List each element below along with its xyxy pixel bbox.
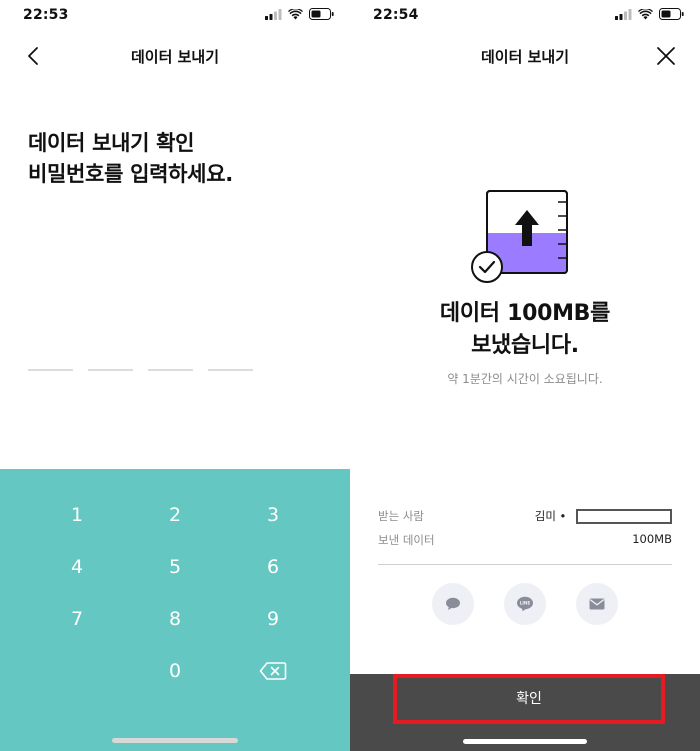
headline-line-1: 데이터 보내기 확인 [28, 131, 195, 155]
status-icons [615, 8, 684, 20]
page-title: 데이터 보내기 [480, 48, 570, 66]
share-message-button[interactable] [432, 583, 474, 625]
redacted-phone-number [576, 509, 672, 524]
data-upload-illustration [471, 190, 568, 283]
share-line-button[interactable]: LINE [504, 583, 546, 625]
pin-slot [28, 369, 73, 371]
recipient-name: 김미 • [534, 509, 567, 523]
home-indicator [463, 739, 587, 744]
svg-text:LINE: LINE [520, 601, 531, 606]
recipient-value: 김미 • [535, 508, 672, 524]
key-1[interactable]: 1 [47, 497, 107, 533]
recipient-row: 받는 사람 김미 • [378, 508, 672, 526]
recipient-label: 받는 사람 [378, 509, 424, 523]
sent-message-line-1: 데이터 100MB를 [439, 301, 611, 326]
status-icons [265, 8, 334, 20]
key-2[interactable]: 2 [145, 497, 205, 533]
confirm-button[interactable]: 확인 [393, 674, 665, 724]
data-sent-screen: 22:54 데이터 보내기 데이터 100MB를 보냈습니다. 약 1분간의 시… [350, 0, 700, 751]
key-5[interactable]: 5 [145, 549, 205, 585]
sent-data-value: 100MB [632, 532, 672, 546]
key-3[interactable]: 3 [243, 497, 303, 533]
battery-icon [309, 8, 334, 20]
backspace-icon [259, 662, 287, 680]
sent-data-label: 보낸 데이터 [378, 533, 435, 547]
key-8[interactable]: 8 [145, 601, 205, 637]
key-0[interactable]: 0 [145, 653, 205, 689]
home-indicator [112, 738, 238, 743]
wifi-icon [638, 8, 653, 19]
status-bar: 22:54 [350, 0, 700, 32]
key-4[interactable]: 4 [47, 549, 107, 585]
share-email-button[interactable] [576, 583, 618, 625]
sent-data-row: 보낸 데이터 100MB [378, 532, 672, 550]
cellular-signal-icon [615, 8, 632, 20]
pin-input-slots[interactable] [28, 369, 253, 371]
key-6[interactable]: 6 [243, 549, 303, 585]
pin-slot [148, 369, 193, 371]
line-messenger-icon: LINE [517, 596, 533, 612]
divider [378, 564, 672, 565]
numeric-keypad: 1 2 3 4 5 6 7 8 9 0 [0, 469, 350, 751]
top-navigation: 데이터 보내기 [350, 36, 700, 78]
password-prompt-headline: 데이터 보내기 확인 비밀번호를 입력하세요. [28, 128, 233, 190]
status-time: 22:53 [23, 7, 69, 23]
battery-icon [659, 8, 684, 20]
password-entry-screen: 22:53 데이터 보내기 데이터 보내기 확인 비밀번호를 입력하세요. 1 … [0, 0, 350, 751]
envelope-icon [589, 598, 605, 610]
data-sent-message: 데이터 100MB를 보냈습니다. [350, 298, 700, 362]
close-icon[interactable] [654, 44, 678, 68]
speech-bubble-icon [446, 597, 460, 610]
headline-line-2: 비밀번호를 입력하세요. [28, 162, 233, 186]
key-9[interactable]: 9 [243, 601, 303, 637]
sent-message-line-2: 보냈습니다. [471, 333, 579, 358]
duration-notice: 약 1분간의 시간이 소요됩니다. [447, 372, 603, 386]
wifi-icon [288, 8, 303, 19]
top-navigation: 데이터 보내기 [0, 36, 350, 78]
page-title: 데이터 보내기 [130, 48, 220, 66]
cellular-signal-icon [265, 8, 282, 20]
pin-slot [88, 369, 133, 371]
backspace-key[interactable] [243, 653, 303, 689]
pin-slot [208, 369, 253, 371]
status-bar: 22:53 [0, 0, 350, 32]
key-7[interactable]: 7 [47, 601, 107, 637]
status-time: 22:54 [373, 7, 419, 23]
